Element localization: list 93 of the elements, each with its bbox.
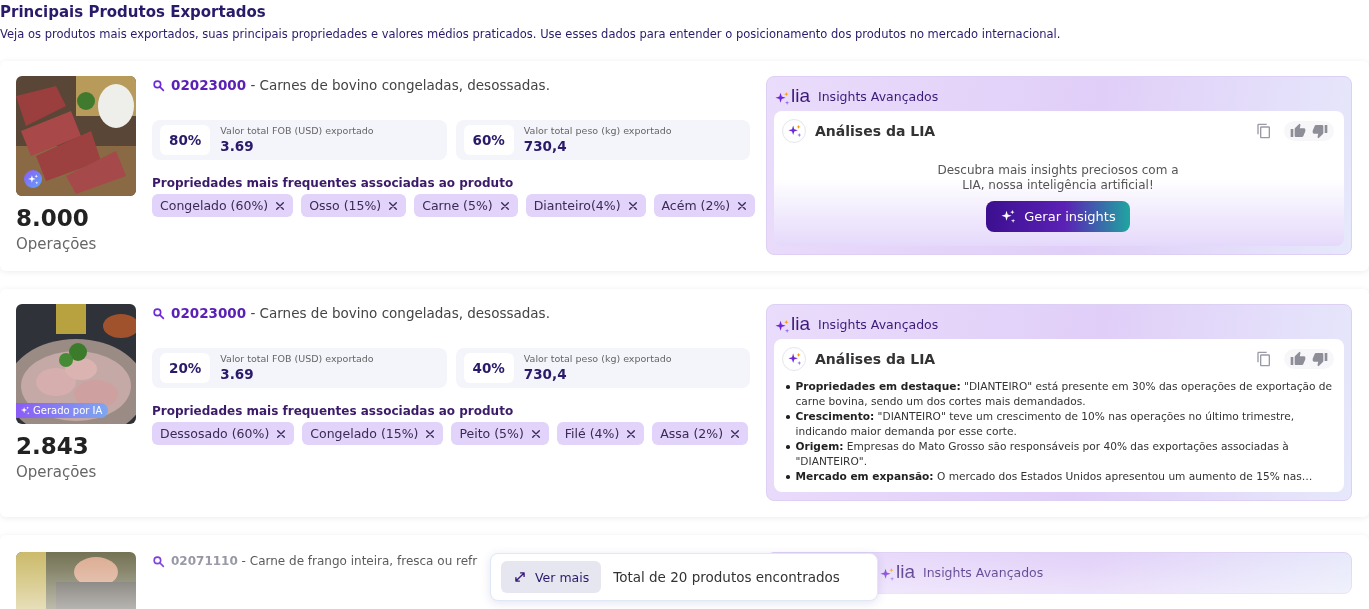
insight-text: Mercado em expansão: O mercado dos Estados Unidos apresentou um aumento de 15% nas… — [795, 469, 1313, 484]
sparkle-icon — [774, 319, 790, 334]
thumbs-down-icon — [1312, 351, 1328, 367]
copy-icon — [1256, 351, 1272, 367]
property-tag[interactable]: Congelado (15%) — [302, 422, 444, 445]
logo-text: lia — [791, 86, 810, 106]
property-tag[interactable]: Assa (2%) — [652, 422, 749, 445]
product-code[interactable]: 02023000 — [171, 304, 247, 322]
remove-icon[interactable] — [425, 428, 436, 439]
product-description: - Carnes de bovino congeladas, desossadas. — [249, 304, 550, 322]
insight-text: Origem: Empresas do Mato Grosso são responsáveis por 40% das exportações associadas à "DIANTEIRO". — [795, 439, 1290, 469]
insights-header: Insights Avançados — [818, 88, 939, 104]
tag-label: Congelado (60%) — [160, 197, 269, 214]
metric-percent: 20% — [160, 353, 211, 383]
logo-text: lia — [896, 562, 915, 582]
search-icon — [152, 306, 165, 320]
tag-label: Acém (2%) — [661, 197, 731, 214]
remove-icon[interactable] — [627, 200, 638, 211]
bullet-dot-icon — [786, 385, 790, 389]
thumbs-down-icon — [1312, 123, 1328, 139]
sparkle-avatar-icon — [782, 119, 806, 143]
remove-icon[interactable] — [730, 428, 741, 439]
tag-label: Filé (4%) — [564, 425, 620, 442]
tag-label: Dessosado (60%) — [160, 425, 270, 442]
properties-title: Propriedades mais frequentes associadas ao produto — [152, 175, 515, 191]
property-tag[interactable]: Peito (5%) — [451, 422, 549, 445]
expand-icon — [513, 570, 527, 584]
property-tag[interactable]: Dianteiro(4%) — [525, 194, 646, 217]
search-icon — [152, 554, 165, 568]
logo-text: lia — [791, 314, 810, 334]
bullet-dot-icon — [786, 445, 790, 449]
metric-value: 3.69 — [220, 365, 255, 383]
metric-value: 730,4 — [523, 365, 568, 383]
tag-label: Carne (5%) — [422, 197, 493, 214]
badge-text: Gerado por IA — [33, 405, 103, 416]
metric-label: Valor total FOB (USD) exportado — [220, 125, 374, 137]
metric-percent: 40% — [463, 353, 514, 383]
property-tag[interactable]: Osso (15%) — [301, 194, 407, 217]
operations-label: Operações — [16, 235, 98, 253]
bullet-dot-icon — [786, 475, 790, 479]
insight-text: Crescimento: "DIANTEIRO" teve um crescimento de 10% nas operações no último trimestre, indicando maior demanda por esse corte. — [795, 409, 1296, 439]
insight-text: Propriedades em destaque: "DIANTEIRO" está presente em 30% das operações de exportação de carne bovina, sendo um dos cortes mais demandados. — [795, 379, 1334, 409]
tag-label: Assa (2%) — [660, 425, 724, 442]
search-icon — [152, 78, 165, 92]
remove-icon[interactable] — [626, 428, 637, 439]
bullet-dot-icon — [786, 415, 790, 419]
sparkle-icon — [1000, 209, 1017, 224]
properties-title: Propriedades mais frequentes associadas ao produto — [152, 403, 515, 419]
operations-count: 8.000 — [16, 204, 90, 232]
remove-icon[interactable] — [530, 428, 541, 439]
metric-percent: 60% — [463, 125, 514, 155]
thumbs-up-icon — [1290, 123, 1306, 139]
property-tag[interactable]: Acém (2%) — [653, 194, 756, 217]
property-tag[interactable]: Dessosado (60%) — [152, 422, 295, 445]
remove-icon[interactable] — [275, 200, 286, 211]
generate-insights-button[interactable]: Gerar insights — [986, 201, 1130, 232]
metric-percent: 80% — [160, 125, 211, 155]
product-description: - Carnes de bovino congeladas, desossadas. — [249, 76, 550, 94]
tag-label: Congelado (15%) — [310, 425, 419, 442]
remove-icon[interactable] — [388, 200, 399, 211]
prompt-text: Descubra mais insights preciosos com a LIA, nossa inteligência artificial! — [936, 163, 1180, 193]
operations-count: 2.843 — [16, 432, 90, 460]
property-tag[interactable]: Congelado (60%) — [152, 194, 294, 217]
analysis-title: Análises da LIA — [815, 351, 937, 367]
see-more-button[interactable]: Ver mais — [501, 561, 602, 593]
product-description: - Carne de frango inteira, fresca ou refr — [240, 553, 478, 570]
results-count: Total de 20 produtos encontrados — [613, 569, 840, 585]
copy-icon — [1256, 123, 1272, 139]
section-description: Veja os produtos mais exportados, suas principais propriedades e valores médios praticados. Use esses dados para entender o posicionamento dos produtos no mercado internacional. — [0, 26, 1062, 42]
product-code[interactable]: 02023000 — [171, 76, 247, 94]
insights-header: Insights Avançados — [923, 564, 1044, 580]
insights-header: Insights Avançados — [818, 316, 939, 332]
section-title: Principais Produtos Exportados — [0, 2, 267, 22]
property-tag[interactable]: Filé (4%) — [556, 422, 645, 445]
thumbs-up-icon — [1290, 351, 1306, 367]
metric-label: Valor total peso (kg) exportado — [523, 125, 672, 137]
property-tag[interactable]: Carne (5%) — [414, 194, 518, 217]
metric-value: 3.69 — [220, 137, 255, 155]
metric-label: Valor total FOB (USD) exportado — [220, 353, 374, 365]
sparkle-icon — [879, 567, 895, 582]
remove-icon[interactable] — [499, 200, 510, 211]
operations-label: Operações — [16, 463, 98, 481]
tag-label: Osso (15%) — [309, 197, 382, 214]
metric-label: Valor total peso (kg) exportado — [523, 353, 672, 365]
tag-label: Dianteiro(4%) — [533, 197, 621, 214]
analysis-title: Análises da LIA — [815, 123, 937, 139]
tag-label: Peito (5%) — [459, 425, 524, 442]
metric-value: 730,4 — [523, 137, 568, 155]
sparkle-icon — [20, 406, 30, 415]
sparkle-icon — [774, 91, 790, 106]
remove-icon[interactable] — [276, 428, 287, 439]
remove-icon[interactable] — [737, 200, 748, 211]
sparkle-avatar-icon — [782, 347, 806, 371]
